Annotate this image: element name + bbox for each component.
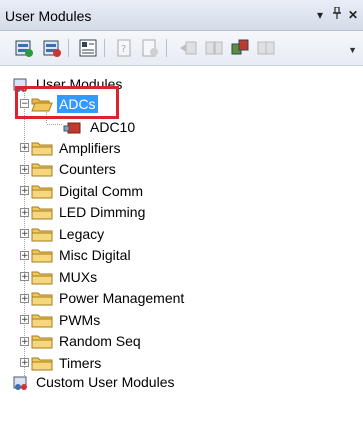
toolbar-separator — [104, 39, 105, 57]
toolbar-overflow-icon[interactable]: ▼ — [348, 45, 357, 55]
folder-icon — [31, 314, 53, 327]
toolbar: ? ▼ — [0, 31, 363, 66]
expand-toggle[interactable]: + — [20, 272, 29, 282]
tree-folder-label: LED Dimming — [59, 204, 146, 220]
module-icon — [63, 122, 81, 133]
expand-toggle[interactable]: + — [20, 207, 29, 217]
tree-folder-label: PWMs — [59, 311, 101, 328]
toolbar-separator — [68, 39, 69, 57]
tree-custom-modules[interactable]: Custom User Modules — [12, 371, 177, 392]
expand-toggle[interactable]: + — [20, 315, 29, 325]
tree-folder[interactable]: + Power Management — [20, 288, 186, 309]
module-tree: User Modules − ADCs ADC10 + Amplifiers + Co… — [0, 67, 363, 445]
folder-icon — [31, 163, 53, 177]
dropdown-arrow-icon[interactable]: ▾ — [313, 7, 327, 23]
tree-folder[interactable]: + Legacy — [20, 223, 106, 244]
properties-icon[interactable] — [78, 38, 98, 58]
tree-folder-label: MUXs — [59, 268, 98, 285]
move-left-icon[interactable] — [178, 38, 198, 58]
close-icon[interactable]: ✕ — [346, 7, 360, 23]
tree-folder[interactable]: + Counters — [20, 159, 118, 180]
expand-toggle[interactable]: + — [20, 250, 29, 260]
tree-folder-label: Amplifiers — [59, 139, 121, 156]
expand-toggle[interactable]: + — [20, 358, 29, 368]
tree-folder-label: Timers — [59, 354, 102, 371]
folder-icon — [31, 142, 53, 155]
svg-text:?: ? — [121, 44, 126, 55]
toolbar-separator — [166, 39, 167, 57]
tree-folder[interactable]: + Timers — [20, 352, 103, 373]
folder-icon — [31, 292, 53, 306]
folder-icon — [31, 271, 53, 284]
tree-custom-label: Custom User Modules — [36, 373, 175, 390]
config-icon[interactable] — [256, 38, 276, 58]
expand-toggle[interactable]: + — [20, 293, 29, 303]
unplace-module-icon[interactable] — [42, 38, 62, 58]
tree-guide-line — [47, 124, 62, 125]
expand-toggle[interactable]: + — [20, 229, 29, 239]
expand-toggle[interactable]: + — [20, 143, 29, 153]
tree-folder[interactable]: + Random Seq — [20, 331, 143, 352]
highlight-annotation — [15, 86, 119, 119]
tree-folder[interactable]: + MUXs — [20, 266, 99, 287]
tree-folder-label: Legacy — [59, 225, 105, 242]
pin-icon[interactable] — [330, 6, 344, 23]
tree-folder-label: Power Management — [59, 290, 185, 306]
tree-folder[interactable]: + Amplifiers — [20, 137, 122, 158]
move-right-icon[interactable] — [204, 38, 224, 58]
tree-folder-label: Counters — [59, 161, 116, 177]
tree-folder-label: Digital Comm — [59, 182, 144, 199]
panel-title-bar: User Modules ▾ ✕ — [0, 0, 363, 31]
place-module-icon[interactable] — [14, 38, 34, 58]
expand-toggle[interactable]: + — [20, 164, 29, 174]
help-icon[interactable] — [140, 38, 160, 58]
tree-item-label: ADC10 — [90, 118, 136, 135]
rotate-icon[interactable] — [230, 38, 250, 58]
folder-icon — [31, 206, 53, 220]
tree-item-adc10[interactable]: ADC10 — [62, 116, 137, 137]
expand-toggle[interactable]: + — [20, 186, 29, 196]
tree-folder[interactable]: + LED Dimming — [20, 202, 147, 223]
panel-title: User Modules — [5, 8, 92, 24]
folder-icon — [31, 335, 53, 349]
folder-icon — [31, 249, 53, 263]
custom-modules-icon — [13, 376, 27, 390]
expand-toggle[interactable]: + — [20, 336, 29, 346]
tree-folder[interactable]: + Digital Comm — [20, 180, 145, 201]
folder-icon — [31, 228, 53, 241]
tree-folder[interactable]: + PWMs — [20, 309, 102, 330]
tree-folder[interactable]: + Misc Digital — [20, 245, 133, 266]
folder-icon — [31, 185, 53, 198]
tree-folder-label: Random Seq — [59, 333, 141, 349]
tree-folder-label: Misc Digital — [59, 247, 131, 263]
datasheet-icon[interactable]: ? — [114, 38, 134, 58]
folder-icon — [31, 357, 53, 370]
